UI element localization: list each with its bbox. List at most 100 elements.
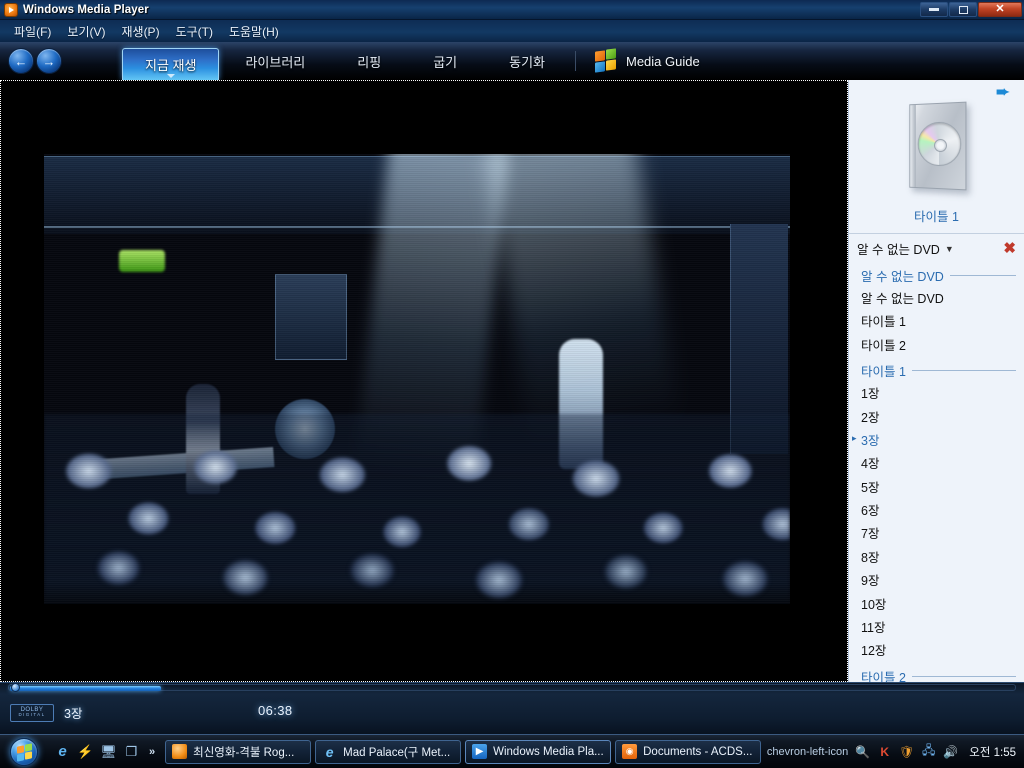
internet-explorer-icon[interactable]: e — [54, 743, 71, 760]
menu-view[interactable]: 보기(V) — [59, 21, 113, 42]
tab-burn[interactable]: 굽기 — [407, 42, 483, 80]
elapsed-time-label[interactable]: 06:38 — [258, 703, 293, 718]
video-letterbox — [36, 89, 808, 667]
title-bar: Windows Media Player ✕ — [0, 0, 1024, 20]
list-item[interactable]: 7장 — [849, 523, 1024, 546]
window-title: Windows Media Player — [23, 3, 149, 16]
list-item[interactable]: 4장 — [849, 453, 1024, 476]
taskbar-item-active[interactable]: ▶ Windows Media Pla... — [465, 739, 612, 764]
minimize-button[interactable] — [920, 2, 948, 17]
current-chapter-label: 3장 — [64, 707, 83, 721]
list-item[interactable]: 알 수 없는 DVD — [849, 288, 1024, 311]
list-item[interactable]: 12장 — [849, 640, 1024, 663]
tab-now-playing[interactable]: 지금 재생 — [122, 48, 220, 80]
network-icon[interactable]: 🖧 — [921, 743, 936, 759]
kaspersky-icon[interactable]: Κ — [877, 744, 892, 759]
list-item-selected[interactable]: 3장 — [849, 430, 1024, 453]
switch-windows-icon[interactable]: ❐ — [123, 743, 140, 760]
group-header-disc: 알 수 없는 DVD — [849, 263, 1024, 288]
taskbar-item[interactable]: e Mad Palace(구 Met... — [315, 739, 462, 764]
dvd-selector-row[interactable]: 알 수 없는 DVD ▼ ✖ — [849, 234, 1024, 263]
taskbar-item[interactable]: 최신영화-격불 Rog... — [165, 739, 312, 764]
group-header-rule — [911, 370, 1016, 372]
shield-icon[interactable]: 🛡 — [899, 744, 914, 759]
system-tray: chevron-left-icon 🔍 Κ 🛡 🖧 🔊 오전 1:55 — [767, 743, 1016, 760]
list-item[interactable]: 11장 — [849, 617, 1024, 640]
tab-divider — [575, 51, 576, 71]
group-header-label: 타이틀 1 — [861, 365, 906, 380]
feature-tabs: 지금 재생 라이브러리 리핑 굽기 동기화 Media Guide — [122, 42, 700, 80]
list-item[interactable]: 5장 — [849, 477, 1024, 500]
list-item[interactable]: 2장 — [849, 407, 1024, 430]
taskbar-item-label: Documents - ACDS... — [643, 745, 753, 758]
list-item[interactable]: 8장 — [849, 547, 1024, 570]
red-x-icon[interactable]: ✖ — [1003, 241, 1016, 256]
media-guide-label: Media Guide — [626, 53, 700, 69]
seek-bar[interactable] — [8, 682, 1016, 693]
internet-explorer-icon: e — [325, 743, 334, 760]
navigation-bar: ← → 지금 재생 라이브러리 리핑 굽기 동기화 Media Guide — [0, 42, 1024, 80]
wmp-icon: ▶ — [472, 744, 488, 759]
wmp-play-icon — [4, 2, 18, 17]
tab-library[interactable]: 라이브러리 — [219, 42, 331, 80]
arrow-left-icon[interactable]: ← — [8, 48, 34, 74]
disc-icon — [917, 121, 961, 167]
chevron-left-icon[interactable]: chevron-left-icon — [767, 746, 848, 758]
windows-flag-icon — [594, 48, 618, 73]
arrow-right-icon[interactable]: → — [36, 48, 62, 74]
album-art — [849, 86, 1024, 206]
video-stage[interactable] — [0, 80, 848, 682]
window-buttons: ✕ — [920, 2, 1022, 17]
quick-launch-overflow[interactable]: » — [149, 746, 155, 758]
windows-start-orb-icon[interactable] — [2, 737, 46, 767]
close-button[interactable]: ✕ — [978, 2, 1022, 17]
dvd-navigation-panel: ➨ 타이틀 1 알 수 없는 DVD ▼ ✖ 알 수 없는 DVD 알 수 없는… — [848, 80, 1024, 682]
volume-icon[interactable]: 🔊 — [943, 744, 958, 759]
menu-tools[interactable]: 도구(T) — [168, 21, 221, 42]
group-header-label: 타이틀 2 — [861, 670, 906, 682]
list-item[interactable]: 타이틀 2 — [849, 335, 1024, 358]
tab-rip[interactable]: 리핑 — [331, 42, 407, 80]
media-guide-button[interactable]: Media Guide — [594, 48, 700, 73]
dolby-badge-bottom: DIGITAL — [18, 712, 46, 718]
show-desktop-icon[interactable]: 🖥 — [100, 743, 117, 760]
taskbar-clock: 오전 1:55 — [969, 746, 1016, 759]
menu-help[interactable]: 도움말(H) — [221, 21, 287, 42]
chevron-down-icon: ▼ — [944, 243, 954, 254]
nav-arrows: ← → — [8, 48, 62, 74]
list-item[interactable]: 타이틀 1 — [849, 311, 1024, 334]
seek-handle[interactable] — [11, 683, 20, 692]
dvd-case-icon — [908, 101, 966, 191]
dvd-selector-value: 알 수 없는 DVD — [857, 243, 940, 257]
taskbar-item-label: Windows Media Pla... — [493, 745, 604, 758]
lightning-icon[interactable]: ⚡ — [77, 743, 94, 760]
seek-track[interactable] — [8, 683, 1016, 692]
restore-button[interactable] — [949, 2, 977, 17]
video-scanlines — [44, 154, 790, 604]
orange-app-icon — [172, 744, 188, 759]
menu-file[interactable]: 파일(F) — [6, 21, 59, 42]
taskbar-item-label: 최신영화-격불 Rog... — [193, 746, 295, 759]
task-list: 최신영화-격불 Rog... e Mad Palace(구 Met... ▶ W… — [165, 739, 762, 764]
menu-play[interactable]: 재생(P) — [113, 21, 167, 42]
playback-control-bar: DOLBY DIGITAL 3장 06:38 DVD — [0, 682, 1024, 734]
group-header-label: 알 수 없는 DVD — [861, 270, 944, 284]
acdsee-icon: ◉ — [622, 744, 638, 759]
video-surface[interactable] — [44, 154, 790, 604]
menu-bar: 파일(F) 보기(V) 재생(P) 도구(T) 도움말(H) — [0, 20, 1024, 42]
taskbar-item-label: Mad Palace(구 Met... — [343, 746, 451, 759]
windows-media-player-window: Windows Media Player ✕ 파일(F) 보기(V) 재생(P)… — [0, 0, 1024, 768]
list-item[interactable]: 9장 — [849, 570, 1024, 593]
magnifier-icon[interactable]: 🔍 — [855, 744, 870, 759]
arrow-right-blue-icon[interactable]: ➨ — [996, 85, 1016, 102]
windows-taskbar: e ⚡ 🖥 ❐ » 최신영화-격불 Rog... e Mad Palace(구 … — [0, 734, 1024, 768]
album-art-title: 타이틀 1 — [914, 210, 959, 224]
seek-progress-fill — [10, 686, 161, 691]
taskbar-item[interactable]: ◉ Documents - ACDS... — [615, 739, 762, 764]
tab-sync[interactable]: 동기화 — [483, 42, 571, 80]
list-item[interactable]: 1장 — [849, 383, 1024, 406]
list-item[interactable]: 6장 — [849, 500, 1024, 523]
list-item[interactable]: 10장 — [849, 594, 1024, 617]
control-bar-left: DOLBY DIGITAL 3장 — [10, 703, 82, 722]
quick-launch-bar: e ⚡ 🖥 ❐ » — [54, 743, 155, 760]
